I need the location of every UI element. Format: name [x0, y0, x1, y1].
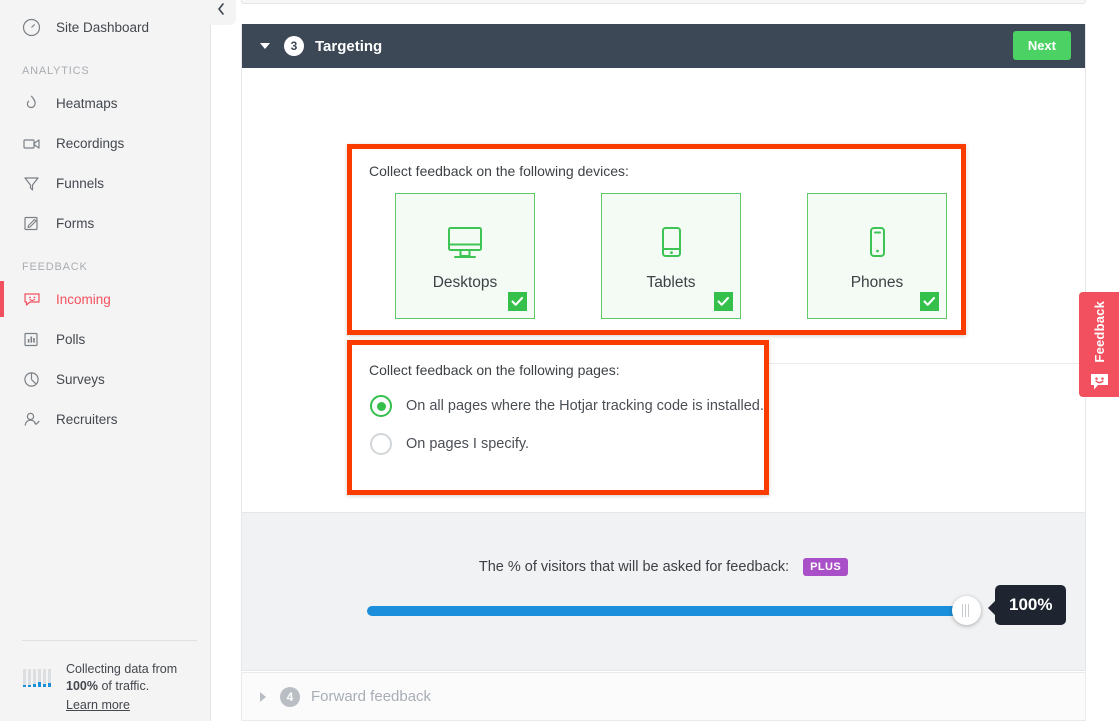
- feedback-tab-label: Feedback: [1091, 301, 1107, 363]
- sidebar-item-label: Incoming: [56, 291, 111, 307]
- targeting-card: 3 Targeting Next Collect feedback on the…: [241, 24, 1092, 671]
- device-card-tablets[interactable]: Tablets: [601, 193, 741, 319]
- main-content: 3 Targeting Next Collect feedback on the…: [211, 0, 1119, 721]
- sidebar-item-label: Funnels: [56, 175, 105, 191]
- form-pencil-icon: [22, 212, 48, 234]
- footer-text: Collecting data from 100% of traffic. Le…: [66, 661, 177, 714]
- bar-chart-icon: [22, 328, 48, 350]
- footer-divider: [22, 640, 197, 641]
- forward-feedback-card[interactable]: 4 Forward feedback: [241, 672, 1086, 721]
- targeting-card-body: Collect feedback on the following device…: [242, 68, 1092, 670]
- pages-section-label: Collect feedback on the following pages:: [369, 362, 620, 378]
- sidebar-item-label: Forms: [56, 215, 95, 231]
- desktop-monitor-icon: [443, 221, 487, 267]
- video-camera-icon: [22, 132, 48, 154]
- user-check-icon: [22, 408, 48, 430]
- radio-label: On all pages where the Hotjar tracking c…: [406, 398, 764, 414]
- sidebar-section-analytics: ANALYTICS: [22, 65, 90, 77]
- feedback-smiley-icon: [1089, 373, 1110, 396]
- feedback-tab[interactable]: Feedback: [1079, 292, 1119, 397]
- forward-feedback-title: Forward feedback: [311, 688, 432, 705]
- app-root: Site Dashboard ANALYTICS Heatmaps Record…: [0, 0, 1119, 721]
- device-grid: Desktops Tablets Phones: [395, 193, 947, 319]
- slider-handle[interactable]: [952, 596, 981, 625]
- previous-step-panel-stub[interactable]: [241, 0, 1086, 4]
- visitor-percentage-section: The % of visitors that will be asked for…: [242, 512, 1085, 670]
- slider-grip-icon: [962, 604, 971, 617]
- device-card-desktops[interactable]: Desktops: [395, 193, 535, 319]
- caret-down-icon[interactable]: [260, 43, 270, 49]
- pages-highlight-box: Collect feedback on the following pages:…: [347, 340, 769, 495]
- funnel-icon: [22, 172, 48, 194]
- phone-icon: [855, 221, 899, 267]
- step-number-badge: 3: [284, 36, 304, 56]
- slider-fill: [367, 606, 967, 616]
- radio-option-specify-pages[interactable]: On pages I specify.: [370, 433, 529, 455]
- caret-right-icon[interactable]: [260, 691, 266, 702]
- slider-caption-text: The % of visitors that will be asked for…: [478, 559, 790, 575]
- tablet-icon: [649, 221, 693, 267]
- radio-button-unselected[interactable]: [370, 433, 392, 455]
- device-label: Desktops: [432, 273, 498, 291]
- check-icon[interactable]: [714, 292, 733, 311]
- sidebar-item-heatmaps[interactable]: Heatmaps: [0, 83, 210, 123]
- feedback-smiley-icon: [22, 288, 48, 310]
- sidebar-item-label: Polls: [56, 331, 86, 347]
- sidebar-scroll: Site Dashboard ANALYTICS Heatmaps Record…: [0, 0, 236, 721]
- radio-button-selected[interactable]: [370, 395, 392, 417]
- footer-line1: Collecting data from: [66, 662, 178, 676]
- sidebar-item-polls[interactable]: Polls: [0, 319, 210, 359]
- sidebar-item-label: Heatmaps: [56, 95, 118, 111]
- sidebar-item-site-dashboard[interactable]: Site Dashboard: [0, 7, 210, 47]
- devices-section-label: Collect feedback on the following device…: [369, 163, 629, 179]
- chevron-left-icon: [217, 2, 225, 18]
- sidebar-item-label: Recordings: [56, 135, 125, 151]
- devices-highlight-box: Collect feedback on the following device…: [347, 144, 966, 335]
- flame-icon: [22, 92, 48, 114]
- radio-label: On pages I specify.: [406, 436, 530, 452]
- sidebar-section-feedback: FEEDBACK: [22, 261, 88, 273]
- slider-value-badge: 100%: [987, 585, 1067, 625]
- device-label: Phones: [850, 273, 904, 291]
- sidebar: Site Dashboard ANALYTICS Heatmaps Record…: [0, 0, 236, 721]
- visitor-percentage-slider[interactable]: 100%: [367, 585, 1067, 625]
- sidebar-item-funnels[interactable]: Funnels: [0, 163, 210, 203]
- check-icon[interactable]: [920, 292, 939, 311]
- device-card-phones[interactable]: Phones: [807, 193, 947, 319]
- sidebar-collapse-button[interactable]: [206, 0, 236, 25]
- sidebar-item-label: Site Dashboard: [56, 19, 150, 35]
- sidebar-item-label: Recruiters: [56, 411, 118, 427]
- sidebar-item-surveys[interactable]: Surveys: [0, 359, 210, 399]
- targeting-card-header[interactable]: 3 Targeting Next: [242, 24, 1085, 68]
- sidebar-item-recordings[interactable]: Recordings: [0, 123, 210, 163]
- pie-chart-icon: [22, 368, 48, 390]
- step-number-badge: 4: [280, 686, 300, 707]
- footer-line2: of traffic.: [97, 679, 150, 693]
- sidebar-item-recruiters[interactable]: Recruiters: [0, 399, 210, 439]
- plus-badge: PLUS: [803, 558, 849, 576]
- page-title: Targeting: [315, 37, 383, 55]
- bar-sparkline-icon: [22, 665, 58, 695]
- gauge-icon: [22, 16, 48, 38]
- next-button[interactable]: Next: [1012, 31, 1071, 60]
- sidebar-item-label: Surveys: [56, 371, 105, 387]
- device-label: Tablets: [646, 273, 696, 291]
- sidebar-item-incoming[interactable]: Incoming: [0, 279, 210, 319]
- check-icon[interactable]: [508, 292, 527, 311]
- sidebar-item-forms[interactable]: Forms: [0, 203, 210, 243]
- learn-more-link[interactable]: Learn more: [66, 697, 130, 714]
- footer-percent: 100%: [66, 679, 98, 693]
- sidebar-footer: Collecting data from 100% of traffic. Le…: [0, 640, 211, 721]
- radio-option-all-pages[interactable]: On all pages where the Hotjar tracking c…: [370, 395, 764, 417]
- slider-caption-row: The % of visitors that will be asked for…: [242, 558, 1085, 576]
